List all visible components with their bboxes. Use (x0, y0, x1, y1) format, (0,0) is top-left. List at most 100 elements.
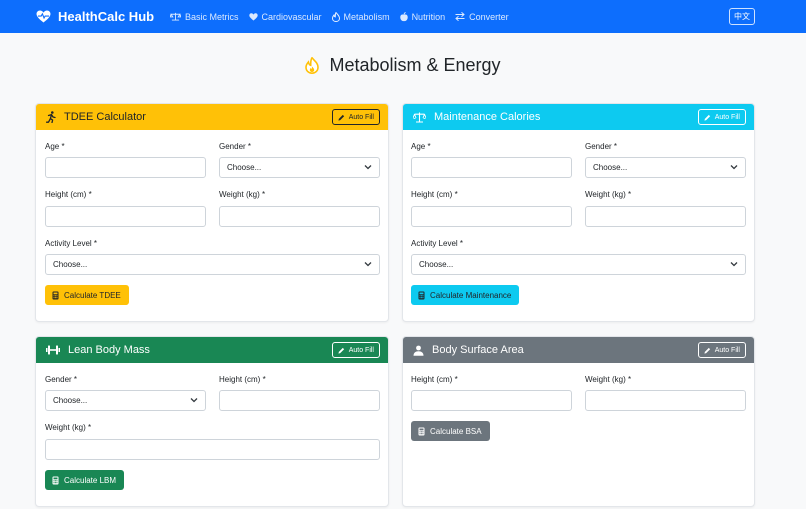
nav-link-label: Cardiovascular (261, 11, 322, 22)
user-icon (413, 345, 424, 356)
card-title: TDEE Calculator (64, 111, 146, 123)
chevron-down-icon (730, 262, 738, 267)
pencil-icon (338, 347, 344, 354)
page-title-text: Metabolism & Energy (329, 55, 501, 75)
nav-link-label: Converter (469, 11, 509, 22)
nav-link-basic-metrics[interactable]: Basic Metrics (170, 12, 239, 22)
gender-select[interactable]: Choose... (585, 157, 746, 178)
calculate-lbm-button[interactable]: Calculate LBM (45, 470, 125, 490)
activity-level-label: Activity Level * (411, 239, 464, 248)
brand-name: HealthCalc Hub (58, 9, 155, 24)
weight-input[interactable] (585, 206, 746, 227)
page-title: Metabolism & Energy (0, 55, 806, 76)
chevron-down-icon (730, 165, 738, 170)
weight-label: Weight (kg) * (585, 375, 632, 384)
weight-input[interactable] (219, 206, 380, 227)
balance-scale-icon (413, 112, 426, 123)
running-icon (46, 111, 56, 123)
auto-fill-label: Auto Fill (348, 346, 374, 354)
card-header: TDEE Calculator Auto Fill (36, 104, 388, 130)
calculator-icon (52, 476, 59, 484)
card-title: Lean Body Mass (68, 344, 150, 356)
button-label: Calculate Maintenance (430, 290, 512, 300)
nav-link-label: Basic Metrics (185, 11, 239, 22)
card-header: Lean Body Mass Auto Fill (36, 337, 388, 363)
gender-label: Gender * (585, 142, 618, 151)
calculator-icon (418, 291, 425, 299)
button-label: Calculate BSA (430, 426, 482, 436)
age-label: Age * (411, 142, 431, 151)
card-header: Maintenance Calories Auto Fill (403, 104, 754, 130)
auto-fill-button[interactable]: Auto Fill (697, 109, 746, 125)
heart-icon (248, 12, 258, 21)
select-value: Choose... (53, 260, 88, 269)
body-surface-area-card: Body Surface Area Auto Fill Height (cm) … (402, 336, 755, 507)
nav-link-nutrition[interactable]: Nutrition (399, 11, 446, 22)
select-value: Choose... (593, 163, 628, 172)
height-input[interactable] (411, 390, 572, 411)
weight-label: Weight (kg) * (45, 423, 92, 432)
navbar: HealthCalc Hub Basic Metrics Cardiovascu… (0, 0, 806, 33)
brand[interactable]: HealthCalc Hub (36, 0, 154, 33)
height-label: Height (cm) * (411, 375, 458, 384)
weight-input[interactable] (45, 439, 380, 460)
calculator-icon (418, 427, 425, 435)
activity-level-select[interactable]: Choose... (45, 254, 380, 275)
calculate-bsa-button[interactable]: Calculate BSA (411, 421, 490, 441)
height-label: Height (cm) * (219, 375, 266, 384)
calculate-tdee-button[interactable]: Calculate TDEE (45, 285, 129, 305)
gender-select[interactable]: Choose... (45, 390, 206, 411)
height-input[interactable] (45, 206, 206, 227)
weight-input[interactable] (585, 390, 746, 411)
apple-icon (399, 11, 408, 21)
nav-link-label: Metabolism (343, 11, 390, 22)
calculate-maintenance-button[interactable]: Calculate Maintenance (411, 285, 520, 305)
nav-links: Basic Metrics Cardiovascular Metabolism … (170, 0, 519, 33)
card-title: Maintenance Calories (434, 111, 541, 123)
gender-label: Gender * (219, 142, 252, 151)
language-toggle-button[interactable]: 中文 (729, 8, 755, 25)
nav-link-metabolism[interactable]: Metabolism (331, 11, 390, 22)
fire-icon (305, 57, 320, 74)
scale-icon (170, 12, 181, 21)
heart-pulse-icon (36, 10, 51, 23)
height-input[interactable] (219, 390, 380, 411)
height-label: Height (cm) * (411, 190, 458, 199)
select-value: Choose... (53, 396, 88, 405)
height-input[interactable] (411, 206, 572, 227)
calculator-icon (52, 291, 59, 299)
dumbbell-icon (46, 345, 60, 355)
pencil-icon (704, 347, 710, 354)
nav-link-converter[interactable]: Converter (455, 12, 509, 22)
fire-icon (331, 11, 340, 22)
card-title: Body Surface Area (432, 344, 524, 356)
age-input[interactable] (411, 157, 572, 178)
auto-fill-button[interactable]: Auto Fill (331, 342, 380, 358)
maintenance-card: Maintenance Calories Auto Fill Age * Gen… (402, 103, 755, 322)
chevron-down-icon (190, 398, 198, 403)
pencil-icon (704, 114, 710, 121)
button-label: Calculate TDEE (64, 290, 121, 300)
age-input[interactable] (45, 157, 206, 178)
arrows-icon (455, 12, 465, 21)
height-label: Height (cm) * (45, 190, 92, 199)
select-value: Choose... (419, 260, 454, 269)
activity-level-select[interactable]: Choose... (411, 254, 746, 275)
nav-link-label: Nutrition (411, 11, 446, 22)
auto-fill-button[interactable]: Auto Fill (697, 342, 746, 358)
weight-label: Weight (kg) * (585, 190, 632, 199)
auto-fill-label: Auto Fill (714, 113, 740, 121)
select-value: Choose... (227, 163, 262, 172)
card-header: Body Surface Area Auto Fill (403, 337, 754, 363)
weight-label: Weight (kg) * (219, 190, 266, 199)
nav-link-cardiovascular[interactable]: Cardiovascular (248, 11, 322, 22)
chevron-down-icon (364, 165, 372, 170)
pencil-icon (338, 114, 344, 121)
gender-select[interactable]: Choose... (219, 157, 380, 178)
lean-body-mass-card: Lean Body Mass Auto Fill Gender * Choose… (35, 336, 389, 507)
tdee-card: TDEE Calculator Auto Fill Age * Gender *… (35, 103, 389, 322)
activity-level-label: Activity Level * (45, 239, 98, 248)
gender-label: Gender * (45, 375, 78, 384)
auto-fill-button[interactable]: Auto Fill (331, 109, 380, 125)
button-label: Calculate LBM (64, 475, 117, 485)
